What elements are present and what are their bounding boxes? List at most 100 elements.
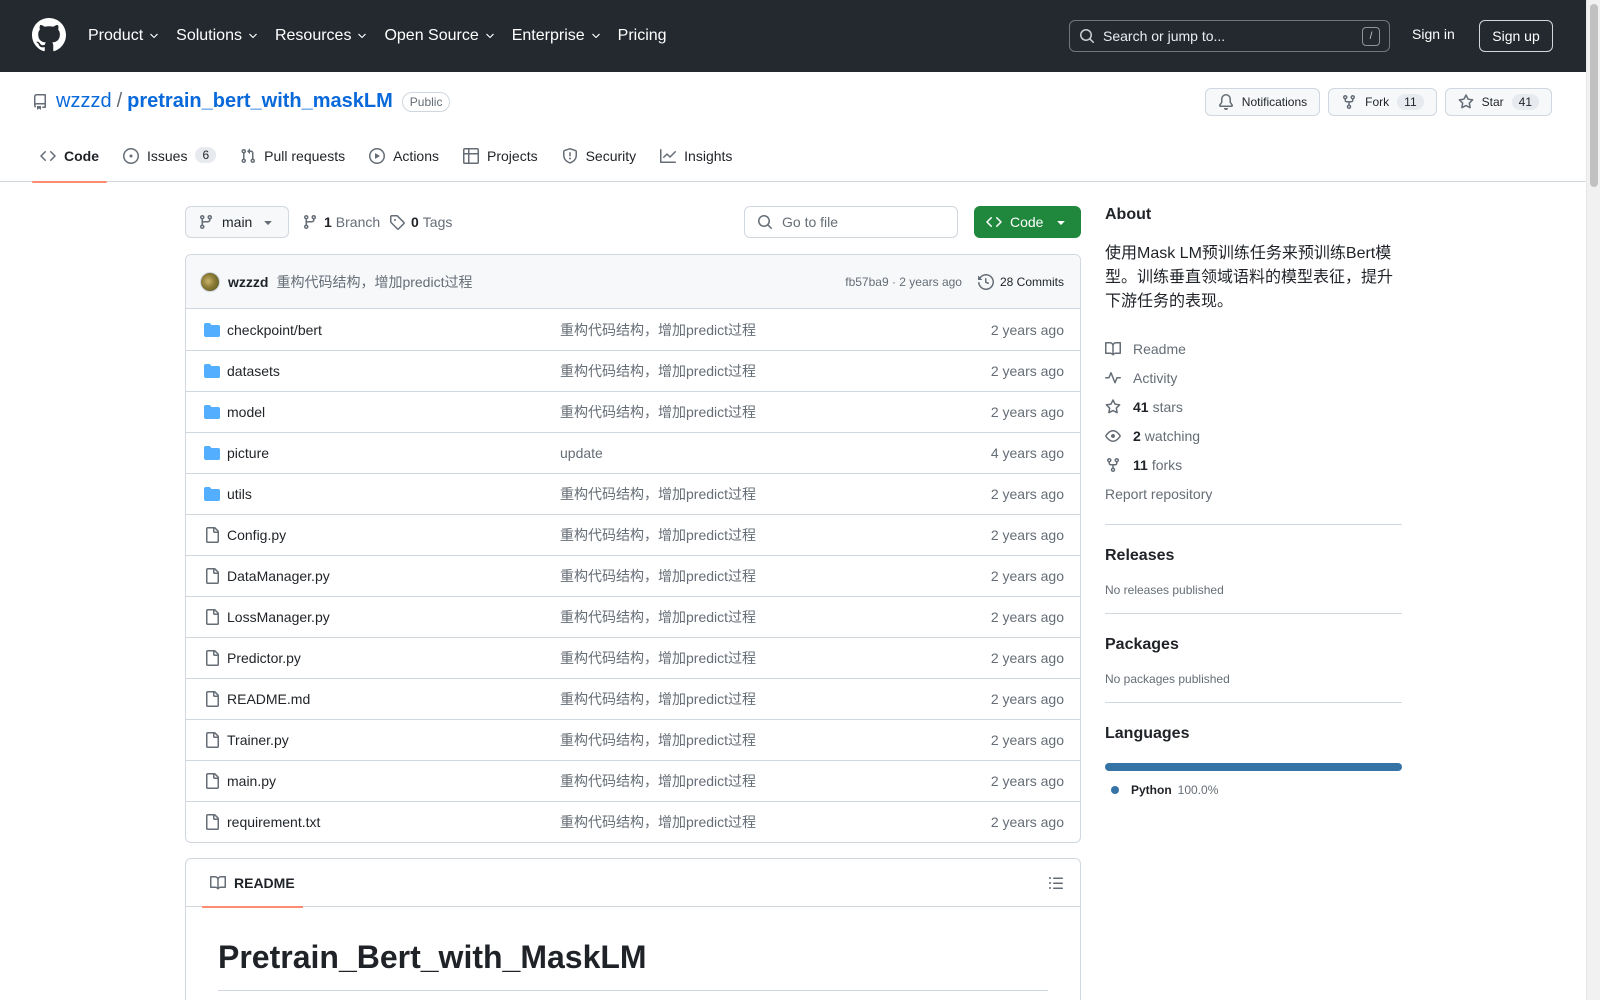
file-icon [202, 609, 222, 625]
file-row[interactable]: datasets 重构代码结构，增加predict过程 2 years ago [186, 350, 1080, 391]
go-to-file-input[interactable]: Go to file [744, 206, 958, 238]
nav-item-open-source[interactable]: Open Source [384, 27, 495, 45]
scrollbar-thumb[interactable] [1590, 4, 1598, 187]
star-button[interactable]: Star 41 [1444, 88, 1552, 116]
about-description: 使用Mask LM预训练任务来预训练Bert模型。训练垂直领域语料的模型表征，提… [1105, 245, 1394, 310]
tab-issues[interactable]: Issues 6 [115, 140, 224, 182]
file-name-link[interactable]: LossManager.py [227, 609, 330, 625]
github-logo-icon[interactable] [32, 18, 66, 52]
branches-link[interactable]: 1 Branch [302, 214, 380, 230]
file-name-link[interactable]: Predictor.py [227, 650, 301, 666]
file-name-link[interactable]: Trainer.py [227, 732, 289, 748]
fork-count: 11 [1397, 94, 1424, 110]
search-input[interactable]: Search or jump to... / [1069, 20, 1390, 52]
nav-item-product[interactable]: Product [88, 27, 160, 45]
file-commit-message-link[interactable]: 重构代码结构，增加predict过程 [560, 771, 756, 791]
file-commit-message-link[interactable]: update [560, 445, 603, 461]
sidebar-link-activity[interactable]: Activity [1105, 363, 1402, 392]
file-commit-message-link[interactable]: 重构代码结构，增加predict过程 [560, 484, 756, 504]
file-commit-age: 2 years ago [990, 609, 1064, 625]
file-name-link[interactable]: main.py [227, 773, 276, 789]
tab-projects[interactable]: Projects [455, 140, 546, 182]
file-commit-age: 4 years ago [990, 445, 1064, 461]
language-item[interactable]: Python 100.0% [1111, 783, 1402, 797]
sidebar-link-readme[interactable]: Readme [1105, 334, 1402, 363]
file-commit-message-link[interactable]: 重构代码结构，增加predict过程 [560, 648, 756, 668]
commit-hash-age[interactable]: fb57ba9 · 2 years ago [845, 275, 962, 289]
file-name-link[interactable]: picture [227, 445, 269, 461]
file-name-link[interactable]: README.md [227, 691, 310, 707]
file-commit-message-link[interactable]: 重构代码结构，增加predict过程 [560, 730, 756, 750]
file-row[interactable]: README.md 重构代码结构，增加predict过程 2 years ago [186, 678, 1080, 719]
tags-link[interactable]: 0 Tags [389, 214, 452, 230]
file-commit-message-link[interactable]: 重构代码结构，增加predict过程 [560, 689, 756, 709]
notifications-button[interactable]: Notifications [1204, 88, 1321, 116]
file-row[interactable]: requirement.txt 重构代码结构，增加predict过程 2 years… [186, 801, 1080, 842]
languages-section: Languages Python 100.0% [1105, 702, 1402, 797]
tab-actions[interactable]: Actions [361, 140, 447, 182]
file-row[interactable]: LossManager.py 重构代码结构，增加predict过程 2 years … [186, 596, 1080, 637]
fork-button[interactable]: Fork 11 [1328, 88, 1437, 116]
avatar[interactable] [200, 271, 220, 292]
triangle-down-icon [1053, 214, 1069, 230]
nav-item-enterprise[interactable]: Enterprise [512, 27, 602, 45]
file-commit-message-link[interactable]: 重构代码结构，增加predict过程 [560, 525, 756, 545]
list-unordered-icon[interactable] [1048, 875, 1064, 891]
tab-insights[interactable]: Insights [652, 140, 740, 182]
commit-message-link[interactable]: 重构代码结构，增加predict过程 [276, 272, 845, 292]
file-name-link[interactable]: DataManager.py [227, 568, 330, 584]
file-commit-message-link[interactable]: 重构代码结构，增加predict过程 [560, 812, 756, 832]
sidebar-link-forks[interactable]: 11 forks [1105, 450, 1402, 479]
file-name-link[interactable]: Config.py [227, 527, 286, 543]
file-commit-message-link[interactable]: 重构代码结构，增加predict过程 [560, 402, 756, 422]
file-row[interactable]: DataManager.py 重构代码结构，增加predict过程 2 years … [186, 555, 1080, 596]
git-branch-icon [302, 214, 318, 230]
file-row[interactable]: picture update 4 years ago [186, 432, 1080, 473]
file-row[interactable]: main.py 重构代码结构，增加predict过程 2 years ago [186, 760, 1080, 801]
file-commit-message-link[interactable]: 重构代码结构，增加predict过程 [560, 566, 756, 586]
tab-label: Insights [684, 148, 733, 164]
commit-author-link[interactable]: wzzzd [228, 274, 268, 290]
file-row[interactable]: checkpoint/bert 重构代码结构，增加predict过程 2 years… [186, 309, 1080, 350]
file-name-link[interactable]: requirement.txt [227, 814, 320, 830]
file-row[interactable]: Config.py 重构代码结构，增加predict过程 2 years ago [186, 514, 1080, 555]
file-row[interactable]: Trainer.py 重构代码结构，增加predict过程 2 years ago [186, 719, 1080, 760]
readme-tab[interactable]: README [202, 859, 303, 908]
commits-history-link[interactable]: 28 Commits [977, 273, 1064, 290]
file-row[interactable]: Predictor.py 重构代码结构，增加predict过程 2 years ag… [186, 637, 1080, 678]
file-name-link[interactable]: utils [227, 486, 252, 502]
releases-heading[interactable]: Releases [1105, 547, 1402, 565]
file-commit-age: 2 years ago [990, 527, 1064, 543]
code-button-label: Code [1010, 214, 1044, 230]
repo-name-link[interactable]: pretrain_bert_with_maskLM [127, 90, 393, 113]
file-name-link[interactable]: datasets [227, 363, 280, 379]
code-dropdown-button[interactable]: Code [974, 206, 1081, 238]
tab-pull-requests[interactable]: Pull requests [232, 140, 353, 182]
nav-item-solutions[interactable]: Solutions [176, 27, 259, 45]
branch-selector-button[interactable]: main [185, 206, 289, 238]
repo-owner-link[interactable]: wzzzd [56, 90, 112, 113]
sidebar-link-watching[interactable]: 2 watching [1105, 421, 1402, 450]
file-row[interactable]: model 重构代码结构，增加predict过程 2 years ago [186, 391, 1080, 432]
packages-heading[interactable]: Packages [1105, 636, 1402, 654]
nav-item-resources[interactable]: Resources [275, 27, 368, 45]
file-commit-message-link[interactable]: 重构代码结构，增加predict过程 [560, 320, 756, 340]
folder-icon [202, 486, 222, 502]
language-name: Python [1131, 783, 1172, 797]
tab-label: Projects [487, 148, 538, 164]
sign-up-button[interactable]: Sign up [1479, 20, 1553, 52]
folder-icon [202, 322, 222, 338]
file-commit-message-link[interactable]: 重构代码结构，增加predict过程 [560, 607, 756, 627]
page-scrollbar[interactable] [1586, 0, 1600, 1000]
file-name-link[interactable]: model [227, 404, 265, 420]
sign-in-link[interactable]: Sign in [1412, 26, 1455, 42]
nav-item-pricing[interactable]: Pricing [618, 27, 667, 45]
file-commit-age: 2 years ago [990, 404, 1064, 420]
tab-code[interactable]: Code [32, 140, 107, 183]
file-row[interactable]: utils 重构代码结构，增加predict过程 2 years ago [186, 473, 1080, 514]
report-repository-link[interactable]: Report repository [1105, 479, 1402, 508]
tab-security[interactable]: Security [554, 140, 645, 182]
file-name-link[interactable]: checkpoint/bert [227, 322, 322, 338]
sidebar-link-stars[interactable]: 41 stars [1105, 392, 1402, 421]
file-commit-message-link[interactable]: 重构代码结构，增加predict过程 [560, 361, 756, 381]
